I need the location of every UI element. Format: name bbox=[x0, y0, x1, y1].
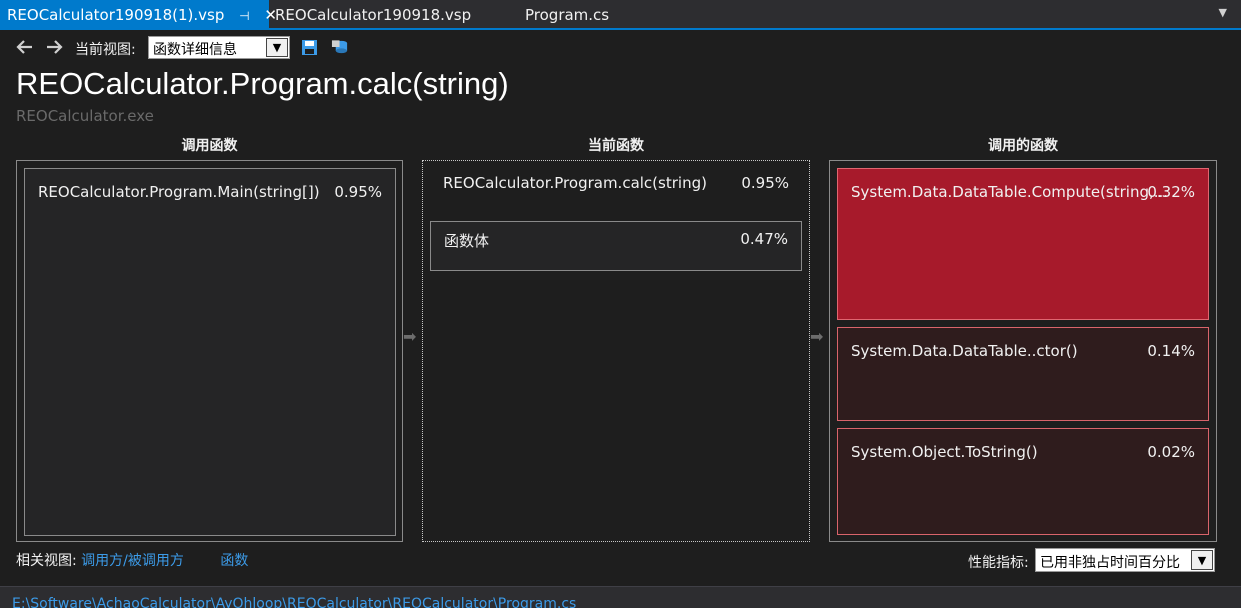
function-name: System.Object.ToString() bbox=[851, 443, 1038, 461]
current-header: 当前函数 bbox=[588, 138, 644, 154]
export-data-icon[interactable] bbox=[331, 38, 349, 56]
callers-panel: REOCalculator.Program.Main(string[]) 0.9… bbox=[16, 160, 403, 542]
tab-vsp-1[interactable]: REOCalculator190918(1).vsp ⊣ ✕ bbox=[0, 0, 277, 31]
function-percent: 0.95% bbox=[741, 174, 789, 192]
source-path-bar: E:\Software\AchaoCalculator\AyOhloop\REO… bbox=[0, 586, 1241, 608]
current-view-value: 函数详细信息 bbox=[153, 42, 237, 58]
function-name: REOCalculator.Program.calc(string) bbox=[443, 174, 707, 192]
function-body-item[interactable]: 函数体 0.47% bbox=[430, 221, 802, 271]
callee-item[interactable]: System.Object.ToString() 0.02% bbox=[837, 428, 1209, 535]
callees-panel: System.Data.DataTable.Compute(string,...… bbox=[829, 160, 1217, 542]
page-title: REOCalculator.Program.calc(string) bbox=[16, 66, 509, 101]
callers-header: 调用函数 bbox=[181, 138, 238, 154]
function-percent: 0.14% bbox=[1147, 342, 1195, 360]
save-icon[interactable] bbox=[300, 38, 318, 56]
functions-link[interactable]: 函数 bbox=[220, 553, 248, 569]
function-name: System.Data.DataTable.Compute(string,... bbox=[851, 183, 1169, 201]
related-views-label: 相关视图: bbox=[16, 553, 77, 569]
function-percent: 0.02% bbox=[1147, 443, 1195, 461]
metric-value: 已用非独占时间百分比 bbox=[1040, 555, 1180, 571]
forward-icon[interactable] bbox=[45, 38, 63, 56]
flow-arrow-icon: ➡ bbox=[403, 327, 417, 346]
tab-program-cs[interactable]: Program.cs bbox=[525, 0, 609, 30]
chevron-down-icon[interactable]: ▼ bbox=[266, 38, 288, 57]
report-toolbar: 当前视图: 函数详细信息 ▼ bbox=[0, 32, 1241, 62]
related-views: 相关视图: 调用方/被调用方 函数 bbox=[16, 550, 248, 570]
metric-label: 性能指标: bbox=[968, 555, 1029, 571]
metric-select[interactable]: 已用非独占时间百分比 ▼ bbox=[1035, 548, 1215, 572]
chevron-down-icon[interactable]: ▼ bbox=[1191, 550, 1213, 570]
function-percent: 0.32% bbox=[1147, 183, 1195, 201]
tab-label: Program.cs bbox=[525, 6, 610, 24]
tab-label: REOCalculator190918(1).vsp bbox=[7, 6, 225, 24]
function-percent: 0.95% bbox=[334, 183, 382, 201]
tab-vsp-2[interactable]: REOCalculator190918.vsp bbox=[275, 0, 471, 30]
function-name: REOCalculator.Program.Main(string[]) bbox=[38, 183, 320, 201]
callee-item[interactable]: System.Data.DataTable..ctor() 0.14% bbox=[837, 327, 1209, 421]
function-name: System.Data.DataTable..ctor() bbox=[851, 342, 1078, 360]
tab-label: REOCalculator190918.vsp bbox=[275, 6, 472, 24]
module-name: REOCalculator.exe bbox=[16, 107, 154, 125]
caller-callee-link[interactable]: 调用方/被调用方 bbox=[81, 553, 184, 569]
function-percent: 0.47% bbox=[740, 230, 788, 248]
back-icon[interactable] bbox=[16, 38, 34, 56]
tab-list-dropdown-icon[interactable]: ▼ bbox=[1219, 6, 1227, 19]
callee-item[interactable]: System.Data.DataTable.Compute(string,...… bbox=[837, 168, 1209, 320]
source-file-link[interactable]: E:\Software\AchaoCalculator\AyOhloop\REO… bbox=[12, 596, 576, 608]
callees-header: 调用的函数 bbox=[988, 138, 1058, 154]
flow-arrow-icon: ➡ bbox=[810, 327, 824, 346]
current-view-label: 当前视图: bbox=[75, 42, 136, 58]
current-view-select[interactable]: 函数详细信息 ▼ bbox=[148, 36, 290, 59]
caller-item[interactable]: REOCalculator.Program.Main(string[]) 0.9… bbox=[24, 168, 396, 536]
current-function: REOCalculator.Program.calc(string) 0.95% bbox=[430, 161, 802, 211]
current-panel: REOCalculator.Program.calc(string) 0.95%… bbox=[422, 160, 810, 542]
document-tab-strip: REOCalculator190918(1).vsp ⊣ ✕ REOCalcul… bbox=[0, 0, 1241, 30]
pin-icon[interactable]: ⊣ bbox=[239, 1, 249, 31]
function-name: 函数体 bbox=[444, 232, 490, 250]
